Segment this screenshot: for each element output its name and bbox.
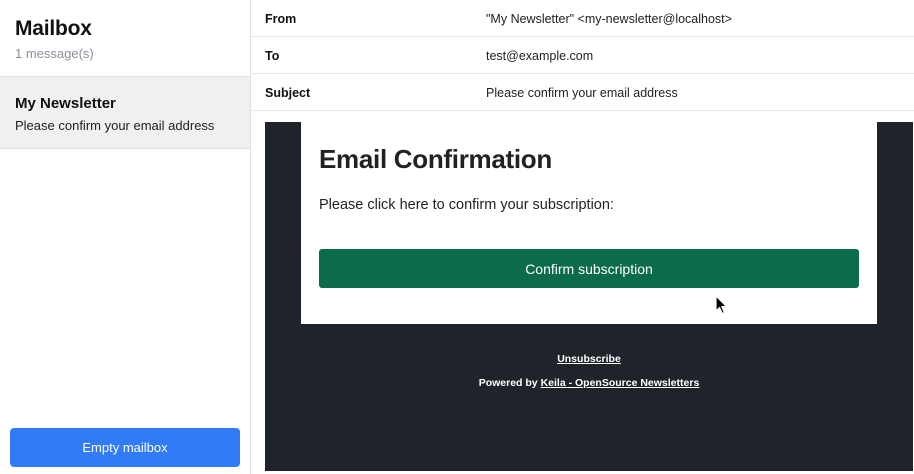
message-view: From "My Newsletter" <my-newsletter@loca… <box>251 0 914 474</box>
confirm-subscription-button[interactable]: Confirm subscription <box>319 249 859 288</box>
message-count: 1 message(s) <box>15 46 94 61</box>
message-sender: My Newsletter <box>15 95 116 112</box>
from-label: From <box>265 12 297 26</box>
from-value: "My Newsletter" <my-newsletter@localhost… <box>486 12 732 26</box>
unsubscribe-line: Unsubscribe <box>265 353 913 365</box>
email-body-text: Please click here to confirm your subscr… <box>319 197 614 213</box>
unsubscribe-link[interactable]: Unsubscribe <box>557 353 621 365</box>
mailbox-sidebar: Mailbox 1 message(s) My Newsletter Pleas… <box>0 0 251 474</box>
powered-by-prefix: Powered by <box>478 377 541 389</box>
subject-label: Subject <box>265 86 311 100</box>
email-heading: Email Confirmation <box>319 144 552 174</box>
to-label: To <box>265 49 280 63</box>
to-value: test@example.com <box>486 49 594 63</box>
message-list-item[interactable]: My Newsletter Please confirm your email … <box>0 76 250 149</box>
message-subject-preview: Please confirm your email address <box>15 118 215 133</box>
powered-by-line: Powered by Keila - OpenSource Newsletter… <box>265 377 913 389</box>
mouse-pointer-icon <box>715 295 728 315</box>
mailbox-title: Mailbox <box>15 17 92 40</box>
keila-link[interactable]: Keila - OpenSource Newsletters <box>541 377 700 389</box>
email-body-frame[interactable]: Email Confirmation Please click here to … <box>265 122 913 471</box>
email-card: Email Confirmation Please click here to … <box>301 122 877 324</box>
empty-mailbox-button[interactable]: Empty mailbox <box>10 428 240 467</box>
header-row-to: To test@example.com <box>251 37 914 74</box>
header-row-subject: Subject Please confirm your email addres… <box>251 74 914 111</box>
header-row-from: From "My Newsletter" <my-newsletter@loca… <box>251 0 914 37</box>
subject-value: Please confirm your email address <box>486 86 678 100</box>
